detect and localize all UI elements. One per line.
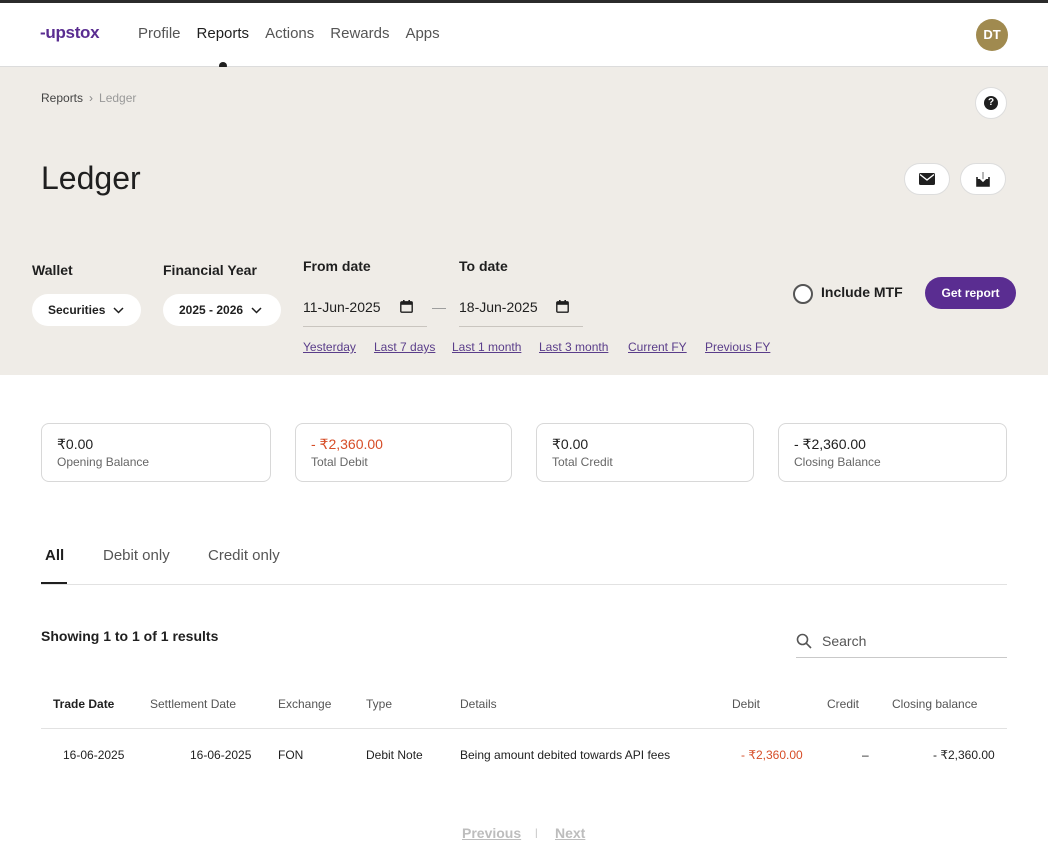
quick-range-previous-fy[interactable]: Previous FY	[705, 340, 770, 354]
get-report-button[interactable]: Get report	[925, 277, 1016, 309]
cell-debit: - ₹2,360.00	[741, 748, 803, 762]
total-debit-card: - ₹2,360.00 Total Debit	[295, 423, 512, 482]
total-credit-card: ₹0.00 Total Credit	[536, 423, 754, 482]
total-credit-label: Total Credit	[552, 455, 613, 469]
wallet-label: Wallet	[32, 262, 73, 278]
page-title: Ledger	[41, 160, 141, 196]
quick-range-yesterday[interactable]: Yesterday	[303, 340, 356, 354]
col-exchange[interactable]: Exchange	[278, 697, 331, 711]
quick-range-last-1-month[interactable]: Last 1 month	[452, 340, 521, 354]
table-header: Trade Date Settlement Date Exchange Type…	[41, 681, 1007, 729]
search-icon	[796, 633, 812, 649]
ledger-tabs: All Debit only Credit only	[41, 540, 1007, 585]
table-row[interactable]: 16-06-2025 16-06-2025 FON Debit Note Bei…	[41, 729, 1007, 781]
cell-details: Being amount debited towards API fees	[460, 748, 671, 762]
breadcrumb-reports[interactable]: Reports	[41, 91, 83, 105]
user-avatar[interactable]: DT	[976, 19, 1008, 51]
cell-trade-date: 16-06-2025	[63, 748, 125, 762]
closing-balance-card: - ₹2,360.00 Closing Balance	[778, 423, 1007, 482]
cell-closing-balance: - ₹2,360.00	[933, 748, 995, 762]
include-mtf-radio[interactable]	[793, 284, 813, 304]
financial-year-select[interactable]: 2025 - 2026	[163, 294, 281, 326]
to-date-label: To date	[459, 258, 508, 274]
chevron-down-icon	[113, 306, 124, 314]
cell-credit: –	[862, 748, 869, 762]
col-settlement-date[interactable]: Settlement Date	[150, 697, 236, 711]
include-mtf-label[interactable]: Include MTF	[821, 284, 903, 300]
results-count: Showing 1 to 1 of 1 results	[41, 628, 219, 644]
total-debit-label: Total Debit	[311, 455, 368, 469]
wallet-value: Securities	[48, 303, 106, 317]
opening-balance-card: ₹0.00 Opening Balance	[41, 423, 271, 482]
chevron-down-icon	[251, 306, 262, 314]
wallet-select[interactable]: Securities	[32, 294, 141, 326]
nav-rewards[interactable]: Rewards	[330, 3, 389, 67]
cell-exchange: FON	[278, 748, 304, 762]
from-date-value: 11-Jun-2025	[303, 298, 381, 315]
to-date-value: 18-Jun-2025	[459, 298, 538, 315]
question-icon: ?	[984, 96, 998, 110]
cell-type: Debit Note	[366, 748, 423, 762]
financial-year-label: Financial Year	[163, 262, 257, 278]
quick-range-current-fy[interactable]: Current FY	[628, 340, 687, 354]
col-credit[interactable]: Credit	[827, 697, 859, 711]
cell-settlement-date: 16-06-2025	[190, 748, 252, 762]
upstox-logo[interactable]: -upstox	[40, 23, 100, 43]
search-box[interactable]	[796, 624, 1007, 658]
breadcrumb: Reports › Ledger	[41, 91, 136, 105]
financial-year-value: 2025 - 2026	[179, 303, 244, 317]
total-debit-value: - ₹2,360.00	[311, 436, 383, 452]
opening-balance-value: ₹0.00	[57, 436, 94, 452]
download-report-button[interactable]	[960, 163, 1006, 195]
to-date-input[interactable]: 18-Jun-2025	[459, 287, 583, 327]
quick-range-last-7-days[interactable]: Last 7 days	[374, 340, 435, 354]
calendar-icon	[400, 300, 413, 313]
closing-balance-label: Closing Balance	[794, 455, 881, 469]
calendar-icon	[556, 300, 569, 313]
from-date-label: From date	[303, 258, 371, 274]
breadcrumb-separator: ›	[89, 91, 94, 105]
next-page-button[interactable]: Next	[555, 825, 585, 841]
pagination-separator: |	[535, 828, 538, 839]
email-report-button[interactable]	[904, 163, 950, 195]
date-range-dash: —	[432, 299, 446, 315]
help-button[interactable]: ?	[975, 87, 1007, 119]
filter-panel: Reports › Ledger ? Ledger Wallet Securitie…	[0, 67, 1048, 375]
previous-page-button[interactable]: Previous	[462, 825, 521, 841]
col-closing-balance[interactable]: Closing balance	[892, 697, 977, 711]
tab-all[interactable]: All	[45, 547, 64, 564]
col-type[interactable]: Type	[366, 697, 392, 711]
top-header: -upstox Profile Reports Actions Rewards …	[0, 3, 1048, 70]
download-icon	[976, 172, 990, 187]
nav-actions[interactable]: Actions	[265, 3, 314, 67]
mail-icon	[919, 173, 935, 185]
search-input[interactable]	[822, 632, 992, 649]
main-nav: Profile Reports Actions Rewards Apps	[138, 3, 456, 70]
quick-range-last-3-month[interactable]: Last 3 month	[539, 340, 608, 354]
from-date-input[interactable]: 11-Jun-2025	[303, 287, 427, 327]
breadcrumb-current: Ledger	[99, 91, 137, 105]
col-debit[interactable]: Debit	[732, 697, 760, 711]
col-details[interactable]: Details	[460, 697, 497, 711]
opening-balance-label: Opening Balance	[57, 455, 150, 469]
nav-reports[interactable]: Reports	[197, 3, 249, 70]
tab-debit-only[interactable]: Debit only	[103, 547, 170, 564]
nav-profile[interactable]: Profile	[138, 3, 181, 67]
tab-credit-only[interactable]: Credit only	[208, 547, 280, 564]
closing-balance-value: - ₹2,360.00	[794, 436, 866, 452]
active-tab-indicator	[41, 582, 67, 584]
total-credit-value: ₹0.00	[552, 436, 589, 452]
col-trade-date[interactable]: Trade Date	[53, 697, 114, 711]
nav-apps[interactable]: Apps	[405, 3, 439, 67]
